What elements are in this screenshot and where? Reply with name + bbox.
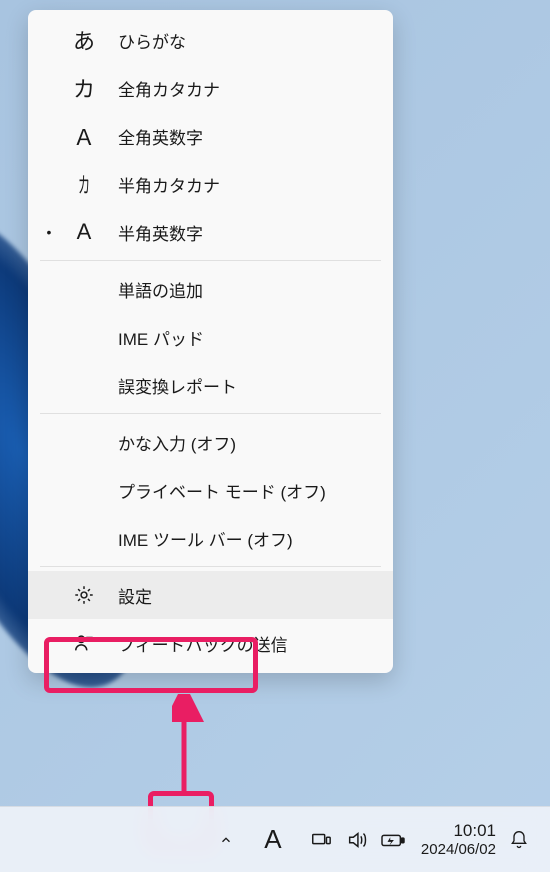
menu-label: 半角カタカナ	[118, 172, 379, 197]
battery-icon[interactable]	[377, 824, 409, 856]
menu-label: ひらがな	[118, 28, 379, 53]
taskbar-ime-indicator[interactable]: A	[249, 816, 297, 864]
selected-bullet: •	[42, 224, 56, 240]
ime-context-menu: あ ひらがな カ 全角カタカナ Ａ 全角英数字 カ 半角カタカナ • A 半角英…	[28, 10, 393, 673]
menu-label: 設定	[118, 583, 379, 608]
menu-item-fullwidth-alnum[interactable]: Ａ 全角英数字	[28, 112, 393, 160]
menu-label: フィードバックの送信	[118, 631, 379, 656]
menu-item-misconversion-report[interactable]: 誤変換レポート	[28, 361, 393, 409]
clock-time: 10:01	[421, 820, 496, 841]
menu-label: 半角英数字	[118, 220, 379, 245]
menu-item-feedback[interactable]: フィードバックの送信	[28, 619, 393, 667]
menu-separator	[40, 413, 381, 414]
menu-item-fullwidth-katakana[interactable]: カ 全角カタカナ	[28, 64, 393, 112]
menu-item-ime-pad[interactable]: IME パッド	[28, 313, 393, 361]
menu-label: 誤変換レポート	[118, 373, 379, 398]
hiragana-mode-icon: あ	[64, 24, 104, 56]
menu-item-halfwidth-katakana[interactable]: カ 半角カタカナ	[28, 160, 393, 208]
menu-item-kana-input[interactable]: かな入力 (オフ)	[28, 418, 393, 466]
network-icon[interactable]	[305, 824, 337, 856]
menu-item-settings[interactable]: 設定	[28, 571, 393, 619]
menu-item-hiragana[interactable]: あ ひらがな	[28, 16, 393, 64]
menu-label: 全角英数字	[118, 124, 379, 149]
feedback-icon	[64, 632, 104, 654]
taskbar-clock[interactable]: 10:01 2024/06/02	[421, 820, 496, 860]
fullwidth-katakana-mode-icon: カ	[64, 72, 104, 104]
menu-separator	[40, 260, 381, 261]
annotation-arrow	[172, 694, 212, 804]
menu-label: 単語の追加	[118, 277, 379, 302]
menu-label: IME ツール バー (オフ)	[118, 526, 379, 551]
menu-label: プライベート モード (オフ)	[118, 478, 379, 503]
menu-label: かな入力 (オフ)	[118, 430, 379, 455]
menu-label: IME パッド	[118, 325, 379, 350]
menu-item-ime-toolbar[interactable]: IME ツール バー (オフ)	[28, 514, 393, 562]
clock-date: 2024/06/02	[421, 841, 496, 860]
menu-item-halfwidth-alnum[interactable]: • A 半角英数字	[28, 208, 393, 256]
menu-separator	[40, 566, 381, 567]
gear-icon	[64, 584, 104, 606]
fullwidth-alnum-mode-icon: Ａ	[64, 120, 104, 152]
menu-label: 全角カタカナ	[118, 76, 379, 101]
notifications-icon[interactable]	[502, 830, 536, 850]
menu-item-add-word[interactable]: 単語の追加	[28, 265, 393, 313]
tray-overflow-chevron[interactable]	[209, 823, 243, 857]
volume-icon[interactable]	[341, 824, 373, 856]
menu-item-private-mode[interactable]: プライベート モード (オフ)	[28, 466, 393, 514]
halfwidth-alnum-mode-icon: A	[64, 219, 104, 245]
halfwidth-katakana-mode-icon: カ	[64, 168, 104, 200]
taskbar: A 10:01 2024/06/02	[0, 806, 550, 872]
